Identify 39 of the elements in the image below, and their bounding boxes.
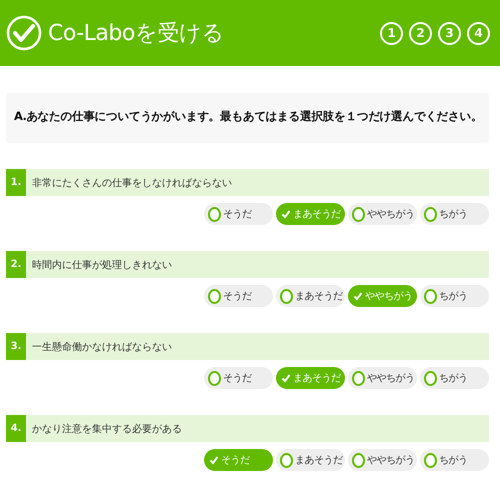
answer-option[interactable]: そうだ: [204, 203, 273, 225]
question-text: 時間内に仕事が処理しきれない: [32, 258, 172, 272]
question-number: 4.: [6, 415, 26, 442]
answer-option[interactable]: そうだ: [204, 367, 273, 389]
check-icon: [281, 209, 291, 219]
radio-circle-icon: [280, 452, 293, 468]
instruction-text: A.あなたの仕事についてうかがいます。最もあてはまる選択肢を１つだけ選んでください。: [14, 109, 482, 123]
answer-option[interactable]: まあそうだ: [276, 285, 345, 307]
radio-circle-icon: [424, 206, 437, 222]
answer-option[interactable]: ややちがう: [348, 449, 417, 471]
radio-circle-icon: [352, 452, 365, 468]
radio-circle-icon: [280, 288, 293, 304]
question-text: かなり注意を集中する必要がある: [32, 422, 182, 436]
question-text: 一生懸命働かなければならない: [32, 340, 172, 354]
answer-option[interactable]: ちがう: [420, 367, 489, 389]
answer-option[interactable]: ややちがう: [348, 203, 417, 225]
answer-option[interactable]: ちがう: [420, 203, 489, 225]
radio-circle-icon: [424, 370, 437, 386]
check-icon: [281, 373, 291, 383]
question-number: 2.: [6, 251, 26, 278]
answer-option[interactable]: そうだ: [204, 285, 273, 307]
answer-option[interactable]: まあそうだ: [276, 449, 345, 471]
radio-circle-icon: [352, 206, 365, 222]
question-text: 非常にたくさんの仕事をしなければならない: [32, 176, 232, 190]
radio-circle-icon: [208, 206, 221, 222]
check-circle-icon: [6, 15, 42, 51]
check-icon: [209, 455, 219, 465]
radio-circle-icon: [352, 370, 365, 386]
check-icon: [353, 291, 363, 301]
radio-circle-icon: [424, 452, 437, 468]
question-number: 3.: [6, 333, 26, 360]
radio-circle-icon: [208, 288, 221, 304]
radio-circle-icon: [208, 370, 221, 386]
answer-option[interactable]: ちがう: [420, 449, 489, 471]
question-number: 1.: [6, 169, 26, 196]
answer-option[interactable]: ややちがう: [348, 367, 417, 389]
answer-option[interactable]: ちがう: [420, 285, 489, 307]
page-title: Co-Laboを受ける: [48, 20, 225, 48]
radio-circle-icon: [424, 288, 437, 304]
